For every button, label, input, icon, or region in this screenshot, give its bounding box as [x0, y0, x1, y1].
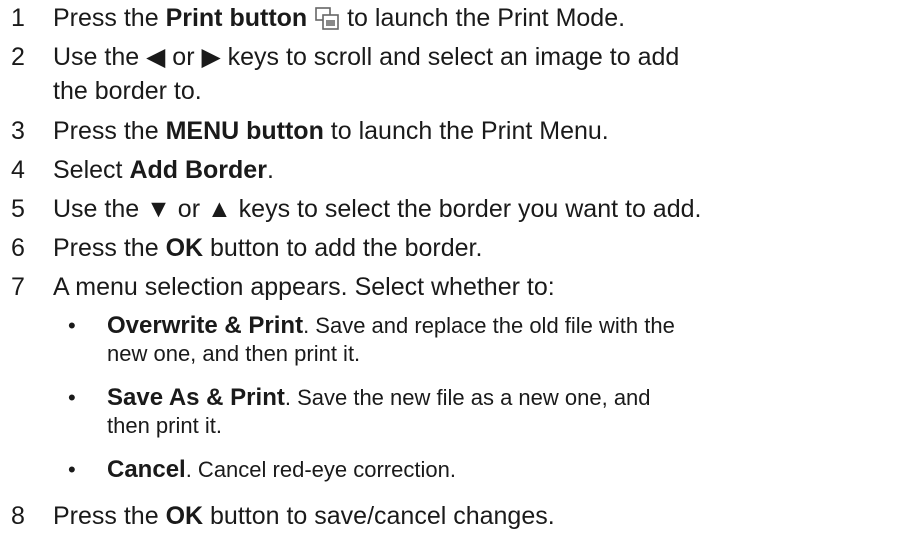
step-text: A menu selection appears. Select whether…: [53, 273, 555, 301]
step-bold: MENU button: [165, 117, 324, 145]
print-icon: [315, 7, 339, 31]
step-bold: OK: [165, 502, 204, 530]
step-number: 1: [11, 4, 25, 32]
step-text: .: [266, 156, 274, 184]
option-text: . Save the new file as a new one, and: [284, 385, 651, 410]
step-text: button to save/cancel changes.: [203, 502, 555, 530]
step-text: Press the: [53, 4, 166, 32]
step-number: 8: [11, 502, 25, 530]
step-text: button to add the border.: [203, 234, 483, 262]
step-number: 6: [11, 234, 25, 262]
step-text-continued: the border to.: [53, 77, 202, 105]
bullet: •: [68, 457, 76, 482]
step-text: Select: [53, 156, 130, 184]
step-text: keys to select the border you want to ad…: [231, 195, 702, 223]
step-text: keys to scroll and select an image to ad…: [220, 43, 680, 71]
step-text: to launch the Print Mode.: [347, 4, 626, 32]
option-text-continued: new one, and then print it.: [107, 341, 361, 366]
option-bold: Save As & Print: [107, 384, 285, 411]
step-text: Press the: [53, 117, 166, 145]
option-text: . Save and replace the old file with the: [303, 313, 675, 338]
bullet: •: [68, 313, 76, 338]
step-number: 7: [11, 273, 25, 301]
option-text: . Cancel red-eye correction.: [185, 457, 456, 482]
step-text: Use the: [53, 195, 147, 223]
step-text: or: [170, 195, 207, 223]
left-arrow-icon: ◀: [146, 43, 166, 71]
step-number: 5: [11, 195, 25, 223]
step-bold: OK: [165, 234, 204, 262]
step-text: or: [165, 43, 202, 71]
down-arrow-icon: ▼: [146, 195, 171, 223]
step-text: to launch the Print Menu.: [323, 117, 609, 145]
up-arrow-icon: ▲: [206, 195, 232, 223]
right-arrow-icon: ▶: [201, 43, 221, 71]
option-bold: Overwrite & Print: [107, 312, 304, 339]
option-bold: Cancel: [107, 456, 186, 483]
step-bold: Add Border: [129, 156, 267, 184]
step-number: 3: [11, 117, 25, 145]
step-text: Press the: [53, 234, 166, 262]
step-number: 4: [11, 156, 25, 184]
option-text-continued: then print it.: [107, 413, 222, 438]
instruction-page: 1 Press the Print button to launch the P…: [0, 0, 897, 547]
bullet: •: [68, 385, 76, 410]
step-text: Use the: [53, 43, 147, 71]
step-text: Press the: [53, 502, 166, 530]
step-number: 2: [11, 43, 25, 71]
step-bold: Print button: [165, 4, 308, 32]
